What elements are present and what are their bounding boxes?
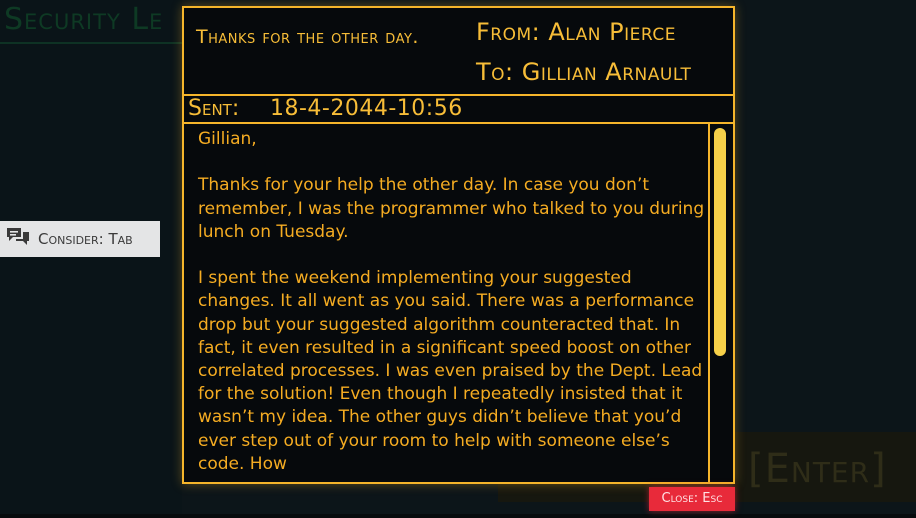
background-security-title: Security Le bbox=[4, 2, 164, 37]
scrollbar-thumb[interactable] bbox=[714, 128, 726, 356]
background-title-underline bbox=[0, 42, 182, 44]
email-header: Thanks for the other day. From: Alan Pie… bbox=[184, 8, 733, 96]
email-sent-row: Sent: 18-4-2044-10:56 bbox=[184, 96, 733, 124]
email-body[interactable]: Gillian, Thanks for your help the other … bbox=[184, 124, 733, 482]
email-sent-value: 18-4-2044-10:56 bbox=[270, 96, 463, 121]
close-button[interactable]: Close: Esc bbox=[649, 487, 735, 511]
background-left-panel bbox=[0, 0, 182, 518]
consider-label: Consider: Tab bbox=[38, 230, 133, 248]
email-window: Thanks for the other day. From: Alan Pie… bbox=[182, 6, 735, 484]
email-paragraph-2: I spent the weekend implementing your su… bbox=[198, 268, 703, 474]
chat-bubbles-icon bbox=[6, 227, 30, 251]
email-greeting: Gillian, bbox=[198, 129, 257, 149]
background-enter-hint: [Enter] bbox=[748, 446, 887, 492]
email-to: To: Gillian Arnault bbox=[476, 58, 692, 86]
bottom-strip bbox=[0, 514, 916, 518]
email-from: From: Alan Pierce bbox=[476, 18, 676, 46]
email-body-text: Gillian, Thanks for your help the other … bbox=[198, 128, 708, 476]
email-sent-label: Sent: bbox=[188, 96, 240, 121]
email-subject: Thanks for the other day. bbox=[196, 26, 419, 48]
scrollbar-track[interactable] bbox=[708, 124, 710, 482]
email-paragraph-1: Thanks for your help the other day. In c… bbox=[198, 175, 705, 242]
consider-prompt[interactable]: Consider: Tab bbox=[0, 221, 160, 257]
